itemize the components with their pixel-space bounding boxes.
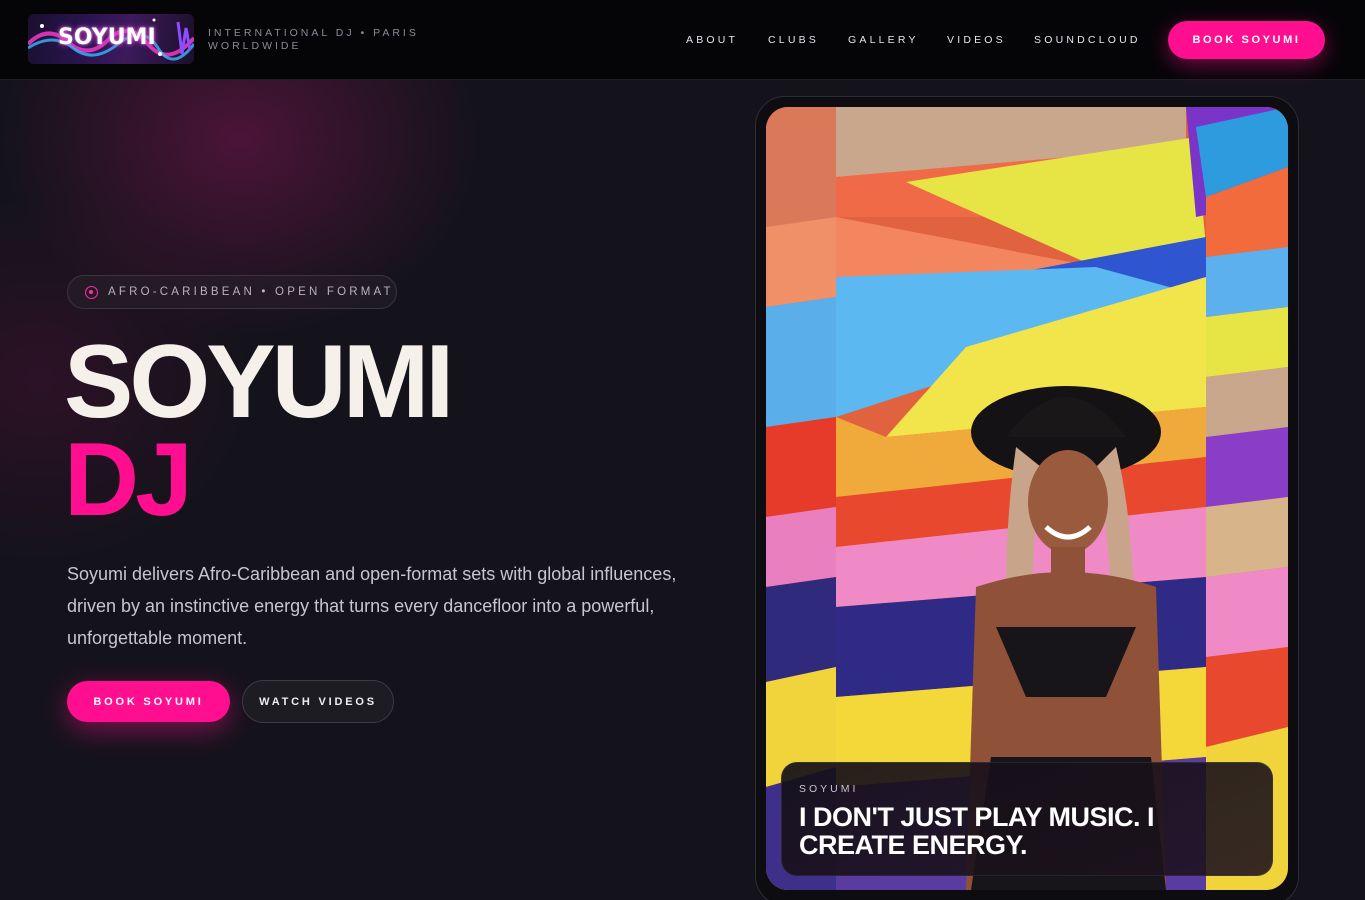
quote-box: SOYUMI I DON'T JUST PLAY MUSIC. I CREATE… xyxy=(781,762,1273,876)
quote-label: SOYUMI xyxy=(799,783,859,795)
record-icon xyxy=(85,285,98,299)
genre-pill-text: AFRO-CARIBBEAN • OPEN FORMAT xyxy=(108,286,394,298)
hero-description: Soyumi delivers Afro-Caribbean and open-… xyxy=(67,564,677,648)
hero-title-dj: DJ xyxy=(64,422,193,538)
nav-gallery[interactable]: GALLERY xyxy=(848,34,919,46)
soyumi-logo[interactable]: SOYUMI xyxy=(28,14,194,64)
site-header: SOYUMI INTERNATIONAL DJ • PARIS WORLDWID… xyxy=(0,0,1365,80)
header-tagline: INTERNATIONAL DJ • PARIS WORLDWIDE xyxy=(208,27,419,52)
nav-videos[interactable]: VIDEOS xyxy=(947,34,1006,46)
nav-about[interactable]: ABOUT xyxy=(686,34,738,46)
logo-text: SOYUMI xyxy=(58,25,156,50)
hero-title-name: SOYUMI xyxy=(64,324,454,440)
watch-videos-button[interactable]: WATCH VIDEOS xyxy=(242,680,394,723)
genre-pill: AFRO-CARIBBEAN • OPEN FORMAT xyxy=(67,275,397,309)
nav-soundcloud[interactable]: SOUNDCLOUD xyxy=(1034,34,1141,46)
quote-text: I DON'T JUST PLAY MUSIC. I CREATE ENERGY… xyxy=(799,802,1154,860)
nav-clubs[interactable]: CLUBS xyxy=(768,34,819,46)
header-book-button[interactable]: BOOK SOYUMI xyxy=(1168,21,1325,59)
book-soyumi-button[interactable]: BOOK SOYUMI xyxy=(67,681,230,722)
